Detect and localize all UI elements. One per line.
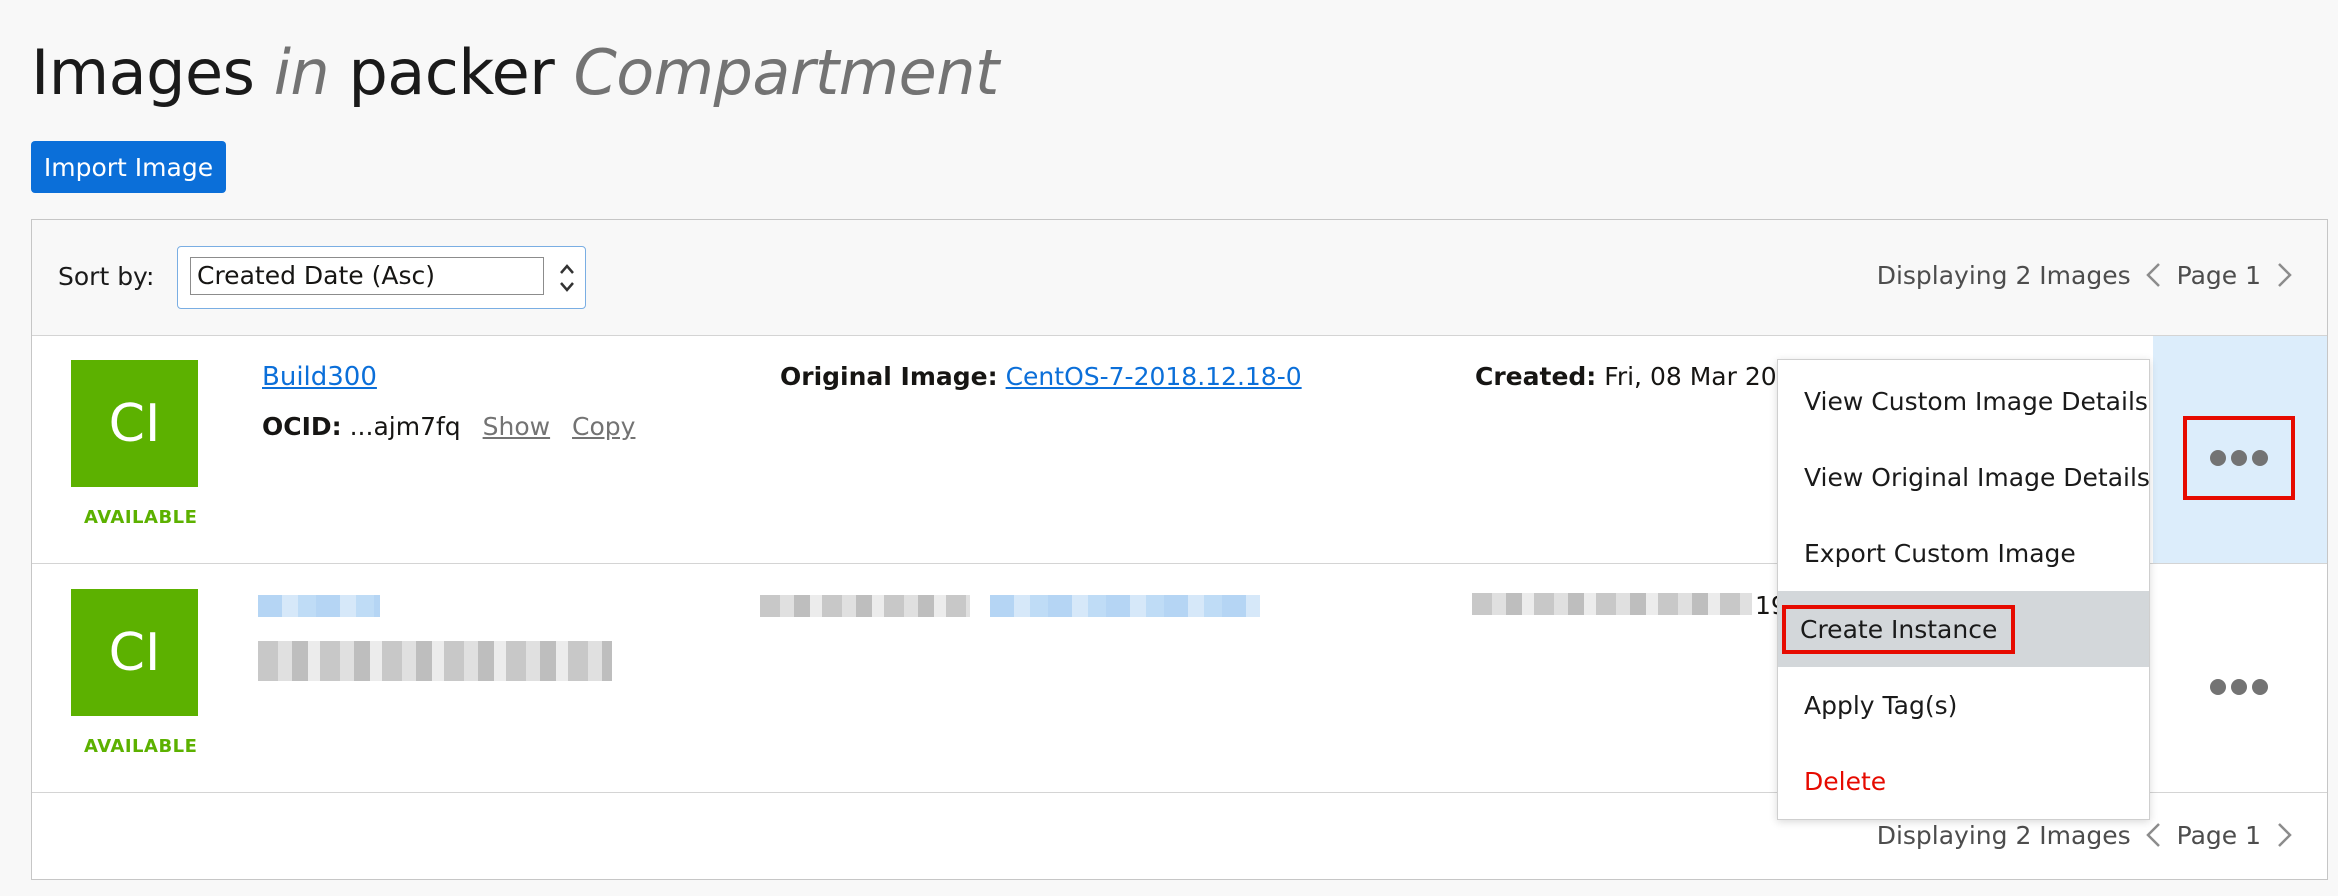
actions-menu-button[interactable] xyxy=(2183,645,2295,729)
original-image-link[interactable]: CentOS-7-2018.12.18-0 xyxy=(1006,362,1302,391)
title-prefix: Images xyxy=(31,36,255,109)
menu-item-create-instance[interactable]: Create Instance xyxy=(1778,591,2149,667)
select-arrows-icon xyxy=(560,264,574,292)
more-dots-icon xyxy=(2210,679,2226,695)
ocid-value: ...ajm7fq xyxy=(349,412,461,441)
title-compartment: packer xyxy=(348,36,555,109)
page-title: Images in packer Compartment xyxy=(31,36,999,109)
title-in: in xyxy=(273,36,330,109)
ocid-copy-link[interactable]: Copy xyxy=(572,412,635,441)
redacted-ocid xyxy=(258,641,612,681)
chevron-left-icon[interactable] xyxy=(2139,820,2169,850)
redacted-original-label xyxy=(760,595,970,617)
pager-page: Page 1 xyxy=(2176,260,2261,290)
status-badge: AVAILABLE xyxy=(84,507,198,528)
menu-item-delete[interactable]: Delete xyxy=(1778,743,2149,819)
sort-select[interactable]: Created Date (Asc) xyxy=(177,246,586,309)
redacted-original-link xyxy=(990,595,1260,617)
status-badge: AVAILABLE xyxy=(84,736,198,757)
menu-item-view-original-image-details[interactable]: View Original Image Details xyxy=(1778,439,2150,515)
chevron-right-icon[interactable] xyxy=(2269,260,2299,290)
more-dots-icon xyxy=(2231,450,2247,466)
created-label: Created: xyxy=(1475,362,1597,391)
original-image-label: Original Image: xyxy=(780,362,998,391)
chevron-right-icon[interactable] xyxy=(2269,820,2299,850)
pager-count: Displaying 2 Images xyxy=(1876,820,2131,850)
image-tile: CI xyxy=(71,360,198,487)
more-dots-icon xyxy=(2252,450,2268,466)
sort-label: Sort by: xyxy=(58,262,155,291)
ocid-show-link[interactable]: Show xyxy=(483,412,550,441)
menu-item-apply-tags[interactable]: Apply Tag(s) xyxy=(1778,667,2149,743)
pager-page: Page 1 xyxy=(2176,820,2261,850)
import-image-button[interactable]: Import Image xyxy=(31,141,226,193)
pager-count: Displaying 2 Images xyxy=(1876,260,2131,290)
ocid: OCID: ...ajm7fq Show Copy xyxy=(262,412,635,441)
menu-item-create-instance-label: Create Instance xyxy=(1782,604,2016,654)
image-name-link[interactable]: Build300 xyxy=(262,362,377,392)
more-dots-icon xyxy=(2231,679,2247,695)
ocid-label: OCID: xyxy=(262,412,342,441)
menu-item-view-custom-image-details[interactable]: View Custom Image Details xyxy=(1778,363,2149,439)
actions-cell xyxy=(2153,336,2327,563)
title-suffix: Compartment xyxy=(573,36,999,109)
original-image: Original Image: CentOS-7-2018.12.18-0 xyxy=(780,362,1302,391)
created-date: Created: Fri, 08 Mar 2019 xyxy=(1475,362,1808,391)
menu-item-export-custom-image[interactable]: Export Custom Image xyxy=(1778,515,2149,591)
more-dots-icon xyxy=(2210,450,2226,466)
actions-context-menu: View Custom Image Details View Original … xyxy=(1777,359,2150,820)
chevron-left-icon[interactable] xyxy=(2139,260,2169,290)
list-toolbar: Sort by: Created Date (Asc) Displaying 2… xyxy=(32,220,2327,336)
redacted-created xyxy=(1472,593,1752,615)
actions-menu-button[interactable] xyxy=(2183,416,2295,500)
image-tile: CI xyxy=(71,589,198,716)
sort-select-value: Created Date (Asc) xyxy=(190,257,544,295)
more-dots-icon xyxy=(2252,679,2268,695)
pager-top: Displaying 2 Images Page 1 xyxy=(1877,260,2307,290)
redacted-name xyxy=(258,595,380,617)
pager-bottom: Displaying 2 Images Page 1 xyxy=(1877,820,2307,850)
actions-cell xyxy=(2153,565,2327,792)
